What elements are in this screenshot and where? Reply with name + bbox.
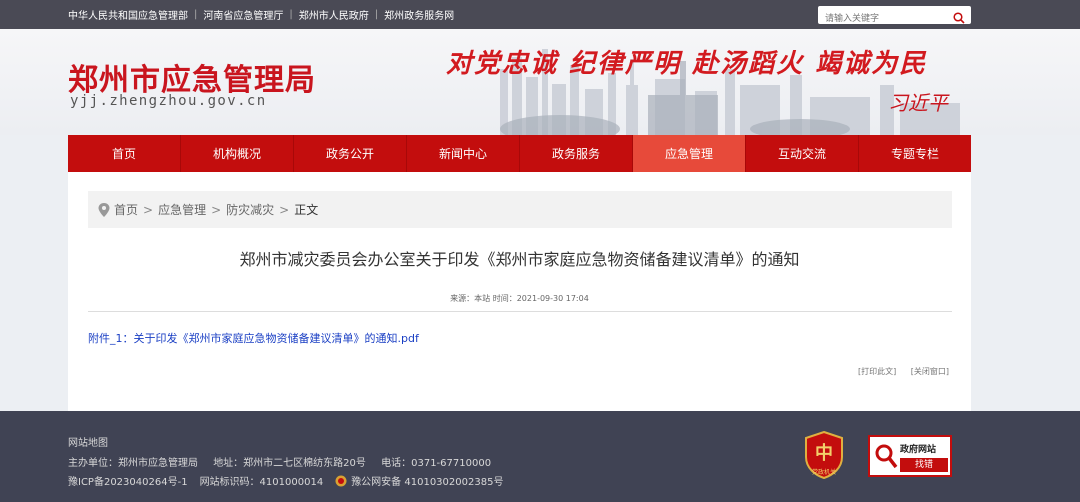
gov-site-error-badge[interactable]: 政府网站 找错: [868, 435, 952, 477]
top-link-province[interactable]: 河南省应急管理厅: [203, 7, 283, 22]
nav-item-interaction[interactable]: 互动交流: [746, 135, 859, 172]
breadcrumb-separator: >: [143, 202, 154, 217]
nav-item-home[interactable]: 首页: [68, 135, 181, 172]
footer-info-row: 主办单位：郑州市应急管理局 地址：郑州市二七区棉纺东路20号 电话：0371-6…: [68, 454, 503, 469]
site-logo-url: yjj.zhengzhou.gov.cn: [70, 93, 267, 109]
svg-text:中: 中: [815, 442, 833, 464]
footer-sponsor: 主办单位：郑州市应急管理局: [68, 458, 198, 469]
search-box: [818, 6, 971, 28]
sitemap-link[interactable]: 网站地图: [68, 438, 108, 449]
breadcrumb-home[interactable]: 首页: [114, 201, 138, 218]
footer: 网站地图 主办单位：郑州市应急管理局 地址：郑州市二七区棉纺东路20号 电话：0…: [0, 411, 1080, 502]
nav-item-news[interactable]: 新闻中心: [407, 135, 520, 172]
top-link-ministry[interactable]: 中华人民共和国应急管理部: [68, 7, 188, 22]
breadcrumb-current: 正文: [294, 203, 319, 217]
top-link-service[interactable]: 郑州政务服务网: [384, 7, 454, 22]
banner-slogan: 对党忠诚 纪律严明 赴汤蹈火 竭诚为民: [446, 49, 928, 79]
top-links: 中华人民共和国应急管理部 | 河南省应急管理厅 | 郑州市人民政府 | 郑州政务…: [68, 0, 454, 29]
breadcrumb-emergency[interactable]: 应急管理: [158, 201, 206, 218]
nav-item-emergency[interactable]: 应急管理: [633, 135, 746, 172]
police-badge-icon: [335, 475, 347, 486]
separator: |: [289, 9, 293, 20]
article-meta: 来源：本站 时间：2021-09-30 17:04: [450, 294, 589, 303]
search-input[interactable]: [818, 10, 943, 28]
article-title: 郑州市减灾委员会办公室关于印发《郑州市家庭应急物资储备建议清单》的通知: [239, 250, 800, 269]
nav-item-topics[interactable]: 专题专栏: [859, 135, 971, 172]
article-actions: [打印此文] [关闭窗口]: [846, 366, 949, 377]
footer-site-id: 网站标识码：4101000014: [199, 477, 324, 488]
divider: [88, 311, 952, 312]
gov-site-label: 政府网站: [900, 445, 937, 455]
magnifier-icon: [875, 444, 898, 469]
footer-address: 地址：郑州市二七区棉纺东路20号: [213, 458, 366, 469]
top-link-city-gov[interactable]: 郑州市人民政府: [299, 7, 369, 22]
breadcrumb-separator: >: [211, 202, 222, 217]
banner-signature: 习近平: [888, 91, 948, 115]
breadcrumb: 首页 > 应急管理 > 防灾减灾 > 正文: [88, 191, 952, 228]
location-pin-icon: [98, 202, 110, 217]
footer-police-record[interactable]: 豫公网安备 41010302002385号: [351, 473, 503, 488]
separator: |: [374, 9, 379, 20]
header-banner: 郑州市应急管理局 yjj.zhengzhou.gov.cn 对党忠诚 纪律严明 …: [0, 29, 1080, 135]
party-gov-badge-label: 党政机关: [811, 469, 836, 476]
party-gov-badge[interactable]: 中 党政机关: [804, 430, 844, 480]
close-window-button[interactable]: [关闭窗口]: [911, 367, 949, 376]
footer-record-row: 豫ICP备2023040264号-1 网站标识码：4101000014 豫公网安…: [68, 473, 515, 488]
footer-icp[interactable]: 豫ICP备2023040264号-1: [68, 473, 188, 488]
print-button[interactable]: [打印此文]: [858, 367, 896, 376]
separator: |: [194, 9, 198, 20]
attachment-link[interactable]: 附件_1：关于印发《郑州市家庭应急物资储备建议清单》的通知.pdf: [88, 330, 419, 346]
find-error-label: 找错: [900, 458, 948, 472]
main-nav: 首页 机构概况 政务公开 新闻中心 政务服务 应急管理 互动交流 专题专栏: [68, 135, 971, 172]
nav-item-services[interactable]: 政务服务: [520, 135, 633, 172]
breadcrumb-disaster-prevention[interactable]: 防灾减灾: [226, 201, 274, 218]
footer-phone: 电话：0371-67710000: [381, 458, 492, 469]
search-icon[interactable]: [953, 9, 965, 24]
nav-item-gov-affairs[interactable]: 政务公开: [294, 135, 407, 172]
top-bar: 中华人民共和国应急管理部 | 河南省应急管理厅 | 郑州市人民政府 | 郑州政务…: [0, 0, 1080, 29]
breadcrumb-separator: >: [279, 202, 290, 217]
footer-sitemap-row: 网站地图: [68, 434, 108, 449]
nav-item-organization[interactable]: 机构概况: [181, 135, 294, 172]
article-container: 首页 > 应急管理 > 防灾减灾 > 正文 郑州市减灾委员会办公室关于印发《郑州…: [68, 172, 971, 411]
